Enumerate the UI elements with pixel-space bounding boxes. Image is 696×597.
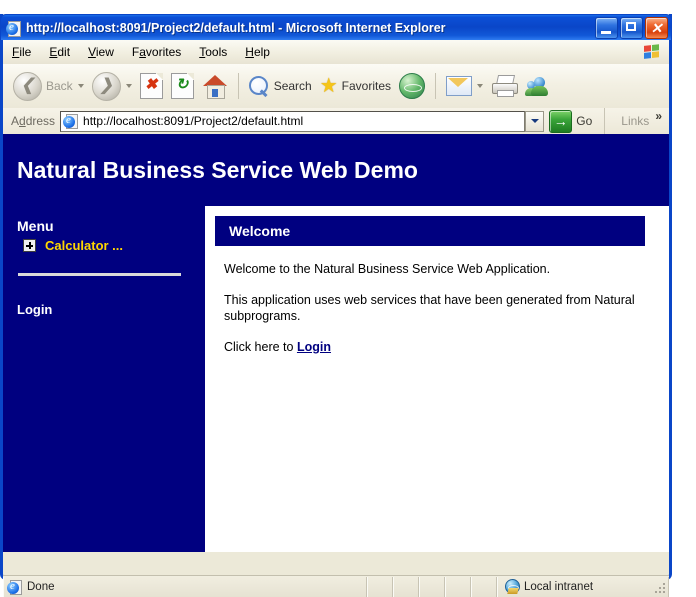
sidebar-login-link[interactable]: Login <box>17 302 205 317</box>
title-bar: http://localhost:8091/Project2/default.h… <box>0 14 672 40</box>
back-dropdown-icon[interactable] <box>77 84 84 88</box>
media-globe-icon <box>399 73 426 99</box>
search-label: Search <box>273 79 312 93</box>
status-pad-5 <box>471 576 497 597</box>
status-pad-2 <box>393 576 419 597</box>
address-input[interactable]: http://localhost:8091/Project2/default.h… <box>60 110 526 132</box>
security-zone-cell[interactable]: Local intranet <box>497 576 669 597</box>
status-bar: Done Local intranet <box>3 575 669 597</box>
minimize-button[interactable] <box>595 17 618 39</box>
address-url-text: http://localhost:8091/Project2/default.h… <box>83 114 304 128</box>
status-pad-3 <box>419 576 445 597</box>
back-button[interactable]: ❮ Back <box>9 68 88 104</box>
messenger-button[interactable] <box>521 68 555 104</box>
toolbar-separator-2 <box>435 73 437 99</box>
security-zone-text: Local intranet <box>524 580 594 593</box>
page-banner: Natural Business Service Web Demo <box>3 134 669 206</box>
menu-favorites[interactable]: Favorites <box>123 42 190 62</box>
plus-box-icon[interactable] <box>23 239 36 252</box>
back-label: Back <box>46 79 73 93</box>
window-title: http://localhost:8091/Project2/default.h… <box>26 20 446 35</box>
address-dropdown-button[interactable] <box>525 110 545 132</box>
status-pad-4 <box>445 576 471 597</box>
links-chevron-icon[interactable]: » <box>649 109 667 123</box>
menu-tools[interactable]: Tools <box>190 42 236 62</box>
go-arrow-icon <box>549 109 573 133</box>
status-pad-1 <box>367 576 393 597</box>
go-label: Go <box>576 114 593 128</box>
welcome-paragraph-1: Welcome to the Natural Business Service … <box>224 262 551 276</box>
sidebar-heading: Menu <box>17 218 54 234</box>
forward-button[interactable]: ❯ <box>88 68 136 104</box>
ie-page-icon-small <box>63 113 79 129</box>
resize-grip[interactable] <box>652 580 666 594</box>
maximize-button[interactable] <box>620 17 643 39</box>
page-body: Menu Calculator ... Login Welcome Welcom… <box>3 206 669 552</box>
address-separator <box>604 108 606 134</box>
search-icon <box>248 75 270 97</box>
stop-icon: ✖ <box>139 73 163 99</box>
messenger-icon <box>525 75 551 97</box>
menu-bar: File Edit View Favorites Tools Help <box>3 40 669 64</box>
mail-button[interactable] <box>442 68 487 104</box>
address-label: Address <box>11 114 56 128</box>
home-button[interactable] <box>198 68 232 104</box>
browser-screenshot: http://localhost:8091/Project2/default.h… <box>0 0 696 597</box>
status-message-cell: Done <box>3 576 367 597</box>
toolbar-separator <box>237 73 239 99</box>
favorites-label: Favorites <box>341 79 392 93</box>
ie-page-icon-status <box>7 579 23 595</box>
back-arrow-icon: ❮ <box>13 71 42 101</box>
refresh-button[interactable]: ↻ <box>167 68 198 104</box>
welcome-paragraph-2: This application uses web services that … <box>224 293 635 323</box>
panel-header: Welcome <box>215 216 645 246</box>
login-cta: Click here to Login <box>224 339 645 355</box>
login-link[interactable]: Login <box>297 340 331 354</box>
star-icon: ★ <box>319 75 338 97</box>
close-button[interactable]: ✕ <box>645 17 668 39</box>
menu-edit[interactable]: Edit <box>40 42 79 62</box>
sidebar-item-calculator[interactable]: Calculator ... <box>23 238 205 253</box>
sidebar-divider <box>18 273 181 276</box>
mail-icon <box>446 76 473 96</box>
status-text: Done <box>27 580 55 593</box>
go-button[interactable]: Go <box>545 109 598 133</box>
print-button[interactable] <box>487 68 521 104</box>
favorites-button[interactable]: ★ Favorites <box>316 68 395 104</box>
globe-zone-icon <box>504 579 520 594</box>
window-controls: ✕ <box>595 17 668 39</box>
ie-page-icon <box>6 20 22 37</box>
menu-file[interactable]: File <box>3 42 40 62</box>
printer-icon <box>491 75 519 97</box>
chevron-down-icon <box>530 119 539 123</box>
links-label[interactable]: Links <box>611 114 649 128</box>
page-viewport: Natural Business Service Web Demo Menu C… <box>3 134 669 552</box>
media-button[interactable] <box>395 68 429 104</box>
content-area: Welcome Welcome to the Natural Business … <box>205 206 669 552</box>
forward-arrow-icon: ❯ <box>91 71 121 101</box>
login-cta-prefix: Click here to <box>224 340 297 354</box>
sidebar: Menu Calculator ... Login <box>3 206 205 552</box>
search-button[interactable]: Search <box>245 68 316 104</box>
address-bar: Address http://localhost:8091/Project2/d… <box>3 108 669 134</box>
panel-title: Welcome <box>229 223 291 239</box>
windows-flag-icon[interactable] <box>639 41 665 63</box>
sidebar-item-label[interactable]: Calculator ... <box>45 238 123 253</box>
mail-dropdown-icon[interactable] <box>477 84 484 88</box>
forward-dropdown-icon[interactable] <box>125 84 132 88</box>
home-icon <box>202 74 228 99</box>
stop-button[interactable]: ✖ <box>136 68 167 104</box>
browser-toolbar: ❮ Back ❯ ✖ ↻ Search ★ Favorites <box>3 64 669 108</box>
menu-view[interactable]: View <box>79 42 123 62</box>
refresh-icon: ↻ <box>170 73 194 99</box>
page-title: Natural Business Service Web Demo <box>17 156 418 183</box>
menu-help[interactable]: Help <box>236 42 279 62</box>
